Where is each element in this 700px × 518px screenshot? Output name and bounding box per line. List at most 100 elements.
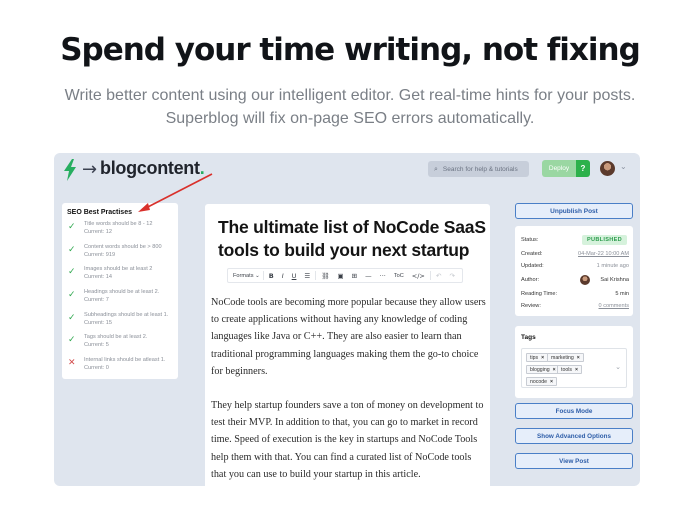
tag-label: tools — [561, 366, 572, 373]
tags-input[interactable]: ⌄ tips × marketing × blogging × tools × nocode × — [521, 348, 627, 388]
seo-check-current: Current: 0 — [84, 365, 109, 372]
meta-reading-label: Reading Time: — [521, 291, 558, 297]
annotation-arrow-icon — [138, 173, 213, 212]
cross-icon: ✕ — [68, 358, 76, 369]
editor-toolbar: Formats ⌄ B I U ☰ ⛓ ▣ ⊞ — ··· ToC </> ↶ … — [227, 268, 463, 283]
post-body[interactable]: NoCode tools are becoming more popular b… — [211, 294, 487, 486]
tag-chip[interactable]: tools × — [557, 365, 582, 374]
meta-review-value[interactable]: 0 comments — [599, 303, 629, 309]
seo-check-current: Current: 919 — [84, 251, 116, 258]
status-badge: PUBLISHED — [581, 235, 627, 245]
seo-check-current: Current: 5 — [84, 342, 109, 349]
remove-tag-icon[interactable]: × — [575, 367, 578, 373]
more-icon[interactable]: ··· — [376, 272, 390, 280]
seo-check-rule: Subheadings should be at least 1. — [84, 311, 169, 318]
check-icon: ✓ — [68, 312, 76, 323]
horizontal-rule-icon[interactable]: — — [361, 272, 376, 280]
chevron-down-icon[interactable]: ⌄ — [620, 162, 627, 171]
tag-chip[interactable]: tips × — [526, 353, 549, 362]
seo-check-current: Current: 15 — [84, 319, 112, 326]
bolt-logo-icon — [64, 159, 76, 181]
code-icon[interactable]: </> — [408, 272, 429, 280]
check-icon: ✓ — [68, 267, 76, 278]
check-icon: ✓ — [68, 222, 76, 232]
seo-check-text: Headings should be at least 2. Current: 7 — [84, 288, 159, 304]
redo-icon[interactable]: ↷ — [445, 272, 458, 280]
toc-button[interactable]: ToC — [390, 273, 408, 279]
deploy-button[interactable]: Deploy — [542, 160, 576, 177]
post-editor[interactable]: The ultimate list of NoCode SaaS tools t… — [205, 204, 490, 486]
post-paragraph: NoCode tools are becoming more popular b… — [211, 297, 486, 377]
tag-chip[interactable]: marketing × — [547, 353, 584, 362]
show-advanced-options-button[interactable]: Show Advanced Options — [515, 428, 633, 444]
seo-checklist-panel: SEO Best Practises ✓ Title words should b… — [62, 203, 178, 379]
meta-reading-time: Reading Time: 5 min — [521, 291, 629, 301]
seo-checklist: ✓ Title words should be 8 - 12 Current: 12… — [67, 220, 173, 379]
tag-label: marketing — [551, 354, 574, 361]
seo-check-rule: Internal links should be atleast 1. — [84, 357, 166, 364]
tags-panel: Tags ⌄ tips × marketing × blogging × tools × noc… — [515, 326, 633, 398]
seo-check-item: ✓ Headings should be at least 2. Current: … — [67, 288, 173, 311]
check-icon: ✓ — [68, 335, 76, 346]
tag-chip[interactable]: nocode × — [526, 377, 558, 386]
meta-author-value[interactable]: Sai Krishna — [600, 277, 629, 283]
list-icon[interactable]: ☰ — [300, 272, 314, 280]
search-placeholder: Search for help & tutorials — [442, 165, 518, 173]
underline-button[interactable]: U — [288, 272, 301, 280]
tag-chip[interactable]: blogging × — [526, 365, 560, 374]
seo-check-item: ✓ Content words should be > 800 Current: 9… — [67, 243, 173, 266]
table-icon[interactable]: ⊞ — [348, 272, 361, 280]
seo-check-text: Content words should be > 800 Current: 91… — [84, 243, 162, 259]
meta-updated-label: Updated: — [521, 263, 544, 269]
search-input[interactable]: ⌕ Search for help & tutorials — [428, 161, 529, 177]
meta-author: Author: Sai Krishna — [521, 275, 629, 287]
view-post-button[interactable]: View Post — [515, 453, 633, 469]
tag-label: nocode — [530, 378, 548, 385]
seo-check-item: ✓ Subheadings should be at least 1. Curren… — [67, 311, 173, 334]
unpublish-post-button[interactable]: Unpublish Post — [515, 203, 633, 219]
check-icon: ✓ — [68, 290, 76, 301]
tag-label: tips — [530, 354, 539, 361]
formats-dropdown[interactable]: Formats ⌄ — [228, 273, 262, 279]
hero-title: Spend your time writing, not fixing — [60, 32, 641, 68]
bold-button[interactable]: B — [265, 272, 278, 280]
remove-tag-icon[interactable]: × — [550, 379, 553, 385]
author-avatar — [580, 275, 590, 285]
help-button[interactable]: ? — [576, 160, 590, 177]
post-title[interactable]: The ultimate list of NoCode SaaS tools t… — [218, 216, 488, 262]
remove-tag-icon[interactable]: × — [553, 367, 556, 373]
meta-updated-value: 1 minute ago — [596, 263, 629, 269]
seo-check-item: ✓ Tags should be at least 2. Current: 5 — [67, 333, 173, 356]
toolbar-divider — [429, 271, 431, 280]
chevron-down-icon[interactable]: ⌄ — [615, 363, 621, 371]
seo-check-item: ✓ Images should be at least 2 Current: 14 — [67, 265, 173, 288]
toolbar-divider — [262, 271, 264, 280]
post-meta-panel: Status: PUBLISHED Created: 04-Mar-22 10:… — [515, 226, 633, 316]
meta-created-value: 04-Mar-22 10:00 AM — [578, 251, 629, 257]
seo-check-text: Images should be at least 2 Current: 14 — [84, 265, 152, 281]
user-avatar[interactable] — [600, 161, 615, 176]
remove-tag-icon[interactable]: × — [541, 355, 544, 361]
meta-review: Review: 0 comments — [521, 303, 629, 313]
meta-updated: Updated: 1 minute ago — [521, 263, 629, 273]
italic-button[interactable]: I — [278, 272, 288, 280]
remove-tag-icon[interactable]: × — [577, 355, 580, 361]
seo-check-current: Current: 14 — [84, 274, 112, 281]
seo-check-current: Current: 12 — [84, 229, 112, 235]
focus-mode-button[interactable]: Focus Mode — [515, 403, 633, 419]
search-icon: ⌕ — [434, 164, 438, 173]
arrow-right-icon: → — [82, 159, 98, 180]
seo-check-rule: Headings should be at least 2. — [84, 289, 160, 296]
undo-icon[interactable]: ↶ — [432, 272, 445, 280]
toolbar-divider — [315, 271, 317, 280]
meta-review-label: Review: — [521, 303, 541, 309]
image-icon[interactable]: ▣ — [334, 272, 348, 280]
hero-subtitle: Write better content using our intellige… — [60, 84, 640, 130]
meta-status-label: Status: — [521, 237, 539, 243]
link-icon[interactable]: ⛓ — [317, 272, 333, 280]
formats-chevron-icon: ⌄ — [255, 272, 260, 279]
seo-check-rule: Tags should be at least 2. — [84, 334, 148, 341]
seo-check-text: Title words should be 8 - 12 Current: 12 — [84, 220, 153, 236]
seo-check-item: ✕ Internal links should be atleast 1. Curr… — [67, 356, 173, 379]
tag-label: blogging — [530, 366, 550, 373]
